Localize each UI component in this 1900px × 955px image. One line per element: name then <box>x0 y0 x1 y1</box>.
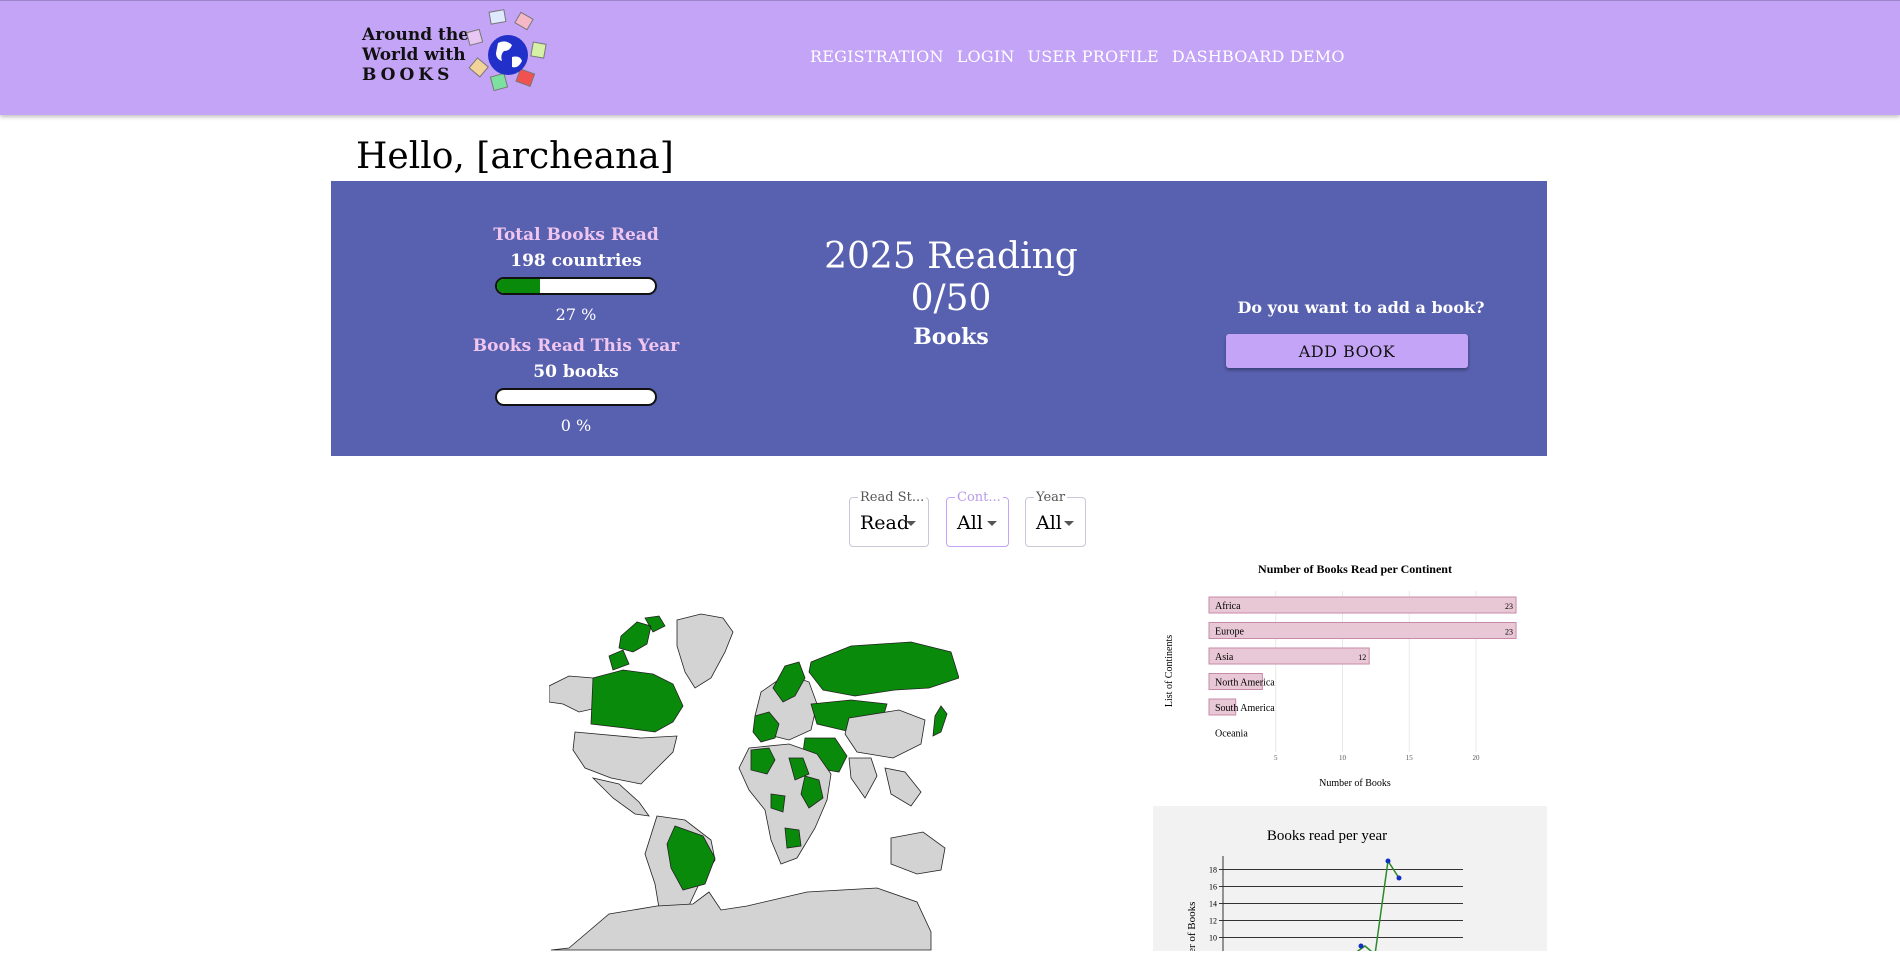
read-status-value: Read <box>860 512 910 534</box>
add-book-button[interactable]: ADD BOOK <box>1226 334 1468 368</box>
read-status-label: Read St... <box>858 490 927 505</box>
continent-value: All <box>957 512 983 534</box>
total-books-title: Total Books Read <box>493 225 659 245</box>
map-antarctica <box>550 887 932 951</box>
chevron-down-icon <box>1064 521 1074 526</box>
year-select[interactable]: Year All <box>1025 490 1086 547</box>
x-tick-label: 15 <box>1406 754 1414 762</box>
map-se-asia <box>884 767 922 807</box>
category-label: North America <box>1215 678 1275 689</box>
y-tick-label: 18 <box>1209 866 1217 875</box>
nav-dashboard-demo-link[interactable]: DASHBOARD DEMO <box>1172 47 1345 66</box>
nav-login-link[interactable]: LOGIN <box>957 47 1015 66</box>
map-russia <box>808 641 959 697</box>
data-label: 23 <box>1505 628 1513 637</box>
year-label: Year <box>1034 490 1068 505</box>
data-label: 12 <box>1358 653 1366 662</box>
y-tick-label: 14 <box>1209 900 1217 909</box>
map-australia <box>890 831 946 875</box>
map-india <box>848 757 878 799</box>
continent-chart-bars: Africa 23 Europe 23 Asia 12 North America South… <box>1208 596 1517 740</box>
total-books-value: 198 countries <box>510 251 642 271</box>
bar-europe <box>1208 622 1517 639</box>
continent-chart-title: Number of Books Read per Continent <box>1258 562 1452 576</box>
map-usa <box>572 731 678 785</box>
continent-chart-xlabel: Number of Books <box>1319 778 1391 789</box>
total-books-progress-fill <box>497 279 540 293</box>
greeting-heading: Hello, [archeana] <box>356 136 674 177</box>
year-books-percent: 0 % <box>560 416 592 435</box>
category-label: Europe <box>1215 627 1244 638</box>
world-map[interactable] <box>549 608 959 951</box>
y-tick-label: 12 <box>1209 917 1217 926</box>
category-label: Oceania <box>1215 729 1248 740</box>
logo-line-1: Around the <box>362 25 470 45</box>
main-nav: REGISTRATION LOGIN USER PROFILE DASHBOAR… <box>810 47 1345 66</box>
continent-bar-chart: Number of Books Read per Continent Afric… <box>1164 562 1517 789</box>
continent-select[interactable]: Cont... All <box>946 490 1009 547</box>
total-books-percent: 27 % <box>555 305 597 324</box>
data-point <box>1396 875 1402 881</box>
yearly-chart-ylabel: Number of Books <box>1186 902 1198 951</box>
year-books-stat: Books Read This Year 50 books 0 % <box>456 336 696 435</box>
y-tick-label: 16 <box>1209 883 1217 892</box>
x-tick-label: 20 <box>1473 754 1481 762</box>
map-canada <box>590 669 684 733</box>
category-label: Asia <box>1215 652 1234 663</box>
x-tick-label: 5 <box>1274 754 1278 762</box>
y-tick-label: 10 <box>1209 934 1217 943</box>
site-header: Around the World with BOOKS REGISTRATION… <box>0 0 1900 115</box>
globe-books-logo-icon <box>466 9 547 92</box>
category-label: South America <box>1215 703 1275 714</box>
bar-africa <box>1208 596 1517 614</box>
yearly-chart-title: Books read per year <box>1267 828 1387 844</box>
x-tick-label: 10 <box>1339 754 1347 762</box>
reading-goal-unit: Books <box>913 324 989 350</box>
chevron-down-icon <box>906 521 916 526</box>
site-logo[interactable]: Around the World with BOOKS <box>362 25 469 85</box>
data-label: 23 <box>1505 602 1513 611</box>
chevron-down-icon <box>987 521 997 526</box>
yearly-line-chart: Books read per year 10 12 14 16 18 Number of… <box>1186 828 1463 955</box>
continent-chart-grid <box>1275 591 1477 752</box>
total-books-stat: Total Books Read 198 countries 27 % <box>456 225 696 324</box>
reading-goal-year: 2025 Reading <box>824 236 1078 277</box>
nav-registration-link[interactable]: REGISTRATION <box>810 47 944 66</box>
data-point <box>1358 943 1364 949</box>
data-point <box>1385 858 1391 864</box>
map-alaska <box>549 675 598 713</box>
add-book-prompt: Do you want to add a book? <box>1237 298 1485 317</box>
stats-panel: Total Books Read 198 countries 27 % Book… <box>331 181 1547 456</box>
year-value: All <box>1036 512 1062 534</box>
continent-label: Cont... <box>955 490 1003 505</box>
map-japan <box>932 705 948 737</box>
continent-chart-ylabel: List of Continents <box>1164 635 1175 707</box>
logo-line-3: BOOKS <box>362 65 454 85</box>
year-books-title: Books Read This Year <box>472 336 680 356</box>
reading-goal: 2025 Reading 0/50 Books <box>801 236 1101 350</box>
map-canada-islands <box>608 615 666 671</box>
total-books-progress-bar <box>495 277 657 295</box>
reading-goal-count: 0/50 <box>910 278 992 319</box>
year-books-value: 50 books <box>533 362 619 382</box>
read-status-select[interactable]: Read St... Read <box>849 490 929 547</box>
category-label: Africa <box>1215 601 1241 612</box>
continent-chart-xticks: 5 10 15 20 <box>1274 754 1480 762</box>
yearly-chart-grid: 10 12 14 16 18 <box>1209 856 1463 951</box>
yearly-line-chart-panel: Books read per year 10 12 14 16 18 Number of… <box>1153 806 1547 955</box>
map-greenland <box>676 613 734 689</box>
nav-user-profile-link[interactable]: USER PROFILE <box>1028 47 1159 66</box>
year-books-progress-bar <box>495 388 657 406</box>
map-china <box>844 709 926 759</box>
logo-line-2: World with <box>362 45 466 65</box>
